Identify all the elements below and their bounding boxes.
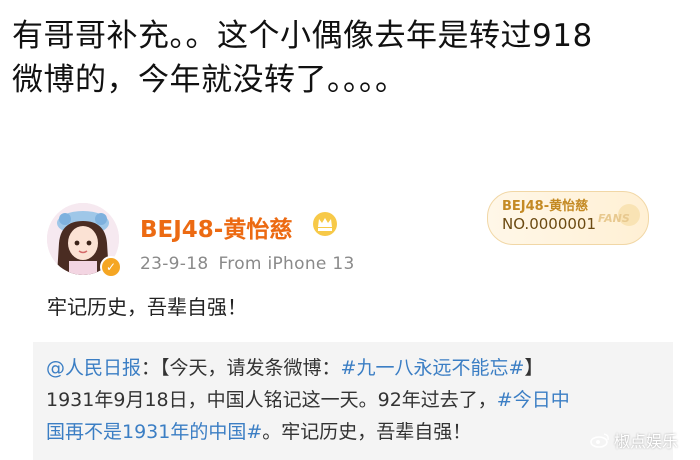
verified-check-icon: ✓ — [100, 256, 122, 278]
crown-badge-icon[interactable] — [312, 211, 338, 237]
repost-line-2: 1931年9月18日，中国人铭记这一天。92年过去了，#今日中 — [46, 384, 666, 416]
caption-line-1: 有哥哥补充。。这个小偶像去年是转过918 — [12, 18, 593, 54]
repost-line-3-text: 。牢记历史，吾辈自强！ — [262, 421, 472, 443]
post-timestamp: 23-9-18 — [140, 254, 209, 274]
weibo-logo-icon — [590, 433, 609, 448]
repost-line-1: @人民日报：【今天，请发条微博：#九一八永远不能忘#】 — [46, 352, 666, 384]
post-username[interactable]: BEJ48-黄怡慈 — [140, 210, 292, 244]
repost-segment-1-end: 】 — [524, 357, 544, 379]
repost-segment-1: 【今天，请发条微博： — [160, 357, 341, 379]
fans-badge-label: FANS — [598, 212, 630, 225]
watermark-text: 椒点娱乐 — [614, 432, 679, 451]
hashtag-link-2-part-2[interactable]: 国再不是1931年的中国# — [46, 421, 262, 443]
watermark: 椒点娱乐 — [590, 428, 678, 452]
post-source: From iPhone 13 — [218, 254, 355, 274]
hashtag-link-1[interactable]: #九一八永远不能忘# — [341, 357, 525, 379]
fans-badge-name: BEJ48-黄怡慈 — [502, 199, 589, 214]
post-meta: 23-9-18 From iPhone 13 — [140, 254, 355, 274]
caption-line-2: 微博的，今年就没转了。。。。 — [12, 62, 407, 98]
repost-line-2-text: 1931年9月18日，中国人铭记这一天。92年过去了， — [46, 389, 497, 411]
caption: 有哥哥补充。。这个小偶像去年是转过918 微博的，今年就没转了。。。。 — [12, 14, 688, 102]
repost-colon: ： — [141, 357, 161, 379]
hashtag-link-2-part-1[interactable]: #今日中 — [497, 389, 570, 411]
repost-author-link[interactable]: @人民日报 — [46, 357, 141, 379]
fans-badge-number: NO.0000001 — [502, 215, 596, 233]
repost-line-3: 国再不是1931年的中国#。牢记历史，吾辈自强！ — [46, 416, 666, 448]
post-text: 牢记历史，吾辈自强！ — [47, 295, 247, 319]
repost-body: @人民日报：【今天，请发条微博：#九一八永远不能忘#】 1931年9月18日，中… — [46, 352, 666, 448]
